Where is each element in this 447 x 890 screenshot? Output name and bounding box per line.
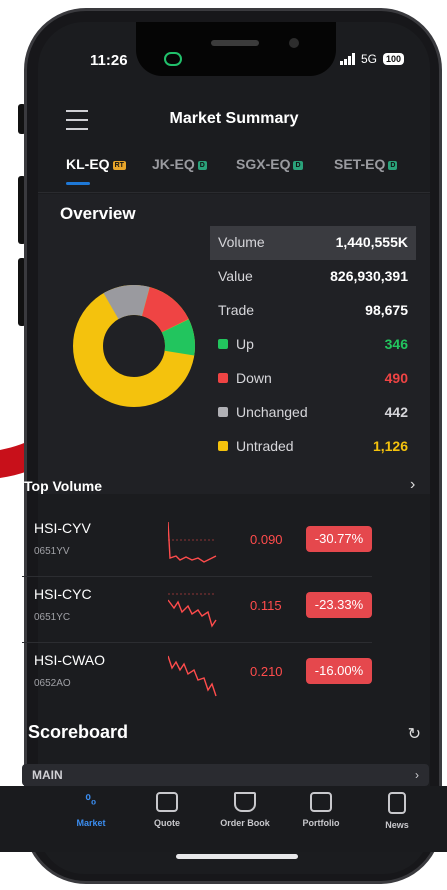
nav-portfolio[interactable]: Portfolio [286,792,356,828]
nav-quote[interactable]: Quote [132,792,202,828]
tab-sgx-eq[interactable]: SGX-EQ D [236,156,303,172]
top-volume-title[interactable]: Top Volume [24,478,102,494]
stat-value: Value 826,930,391 [218,268,408,284]
stat-trade: Trade 98,675 [218,302,408,318]
scoreboard-main-row[interactable]: MAIN › [22,764,429,786]
sparkline-icon [168,521,217,563]
market-icon: ⁰₀ [85,792,97,807]
page-title: Market Summary [169,110,299,127]
nav-order-book[interactable]: Order Book [210,792,280,828]
chevron-right-icon[interactable]: › [410,476,415,494]
list-item[interactable]: HSI-CYV 0651YV 0.090 -30.77% [22,510,372,577]
stat-volume: Volume 1,440,555K [210,226,416,260]
scoreboard-title: Scoreboard [28,722,129,742]
refresh-icon[interactable]: ↻ [408,724,421,744]
untraded-legend-icon [218,441,228,451]
quote-icon [156,792,178,812]
nav-news[interactable]: News [362,792,432,830]
news-icon [388,792,406,814]
stat-down: Down 490 [210,362,416,396]
nav-market[interactable]: ⁰₀ Market [56,792,126,828]
bottom-nav: ⁰₀ Market Quote Order Book Portfolio New… [0,786,447,852]
home-indicator[interactable] [176,854,298,859]
up-legend-icon [218,339,228,349]
stat-untraded: Untraded 1,126 [210,430,416,464]
unchanged-legend-icon [218,407,228,417]
portfolio-icon [310,792,332,812]
order-book-icon [234,792,256,812]
breadth-donut-chart [72,285,195,407]
list-item[interactable]: HSI-CWAO 0652AO 0.210 -16.00% [22,642,372,708]
stat-up: Up 346 [210,328,416,362]
tab-jk-eq[interactable]: JK-EQ D [152,156,207,172]
tab-kl-eq[interactable]: KL-EQ RT [66,156,126,172]
list-item[interactable]: HSI-CYC 0651YC 0.115 -23.33% [22,576,372,643]
tab-set-eq[interactable]: SET-EQ D [334,156,398,172]
market-tabs: KL-EQ RT JK-EQ D SGX-EQ D SET-EQ D [38,152,430,193]
down-legend-icon [218,373,228,383]
sparkline-icon [168,593,217,628]
overview-title: Overview [60,204,136,223]
overview-stats: Volume 1,440,555K Value 826,930,391 Trad… [210,226,416,464]
sparkline-icon [168,655,217,697]
stat-unchanged: Unchanged 442 [210,396,416,430]
active-tab-indicator [66,182,90,185]
